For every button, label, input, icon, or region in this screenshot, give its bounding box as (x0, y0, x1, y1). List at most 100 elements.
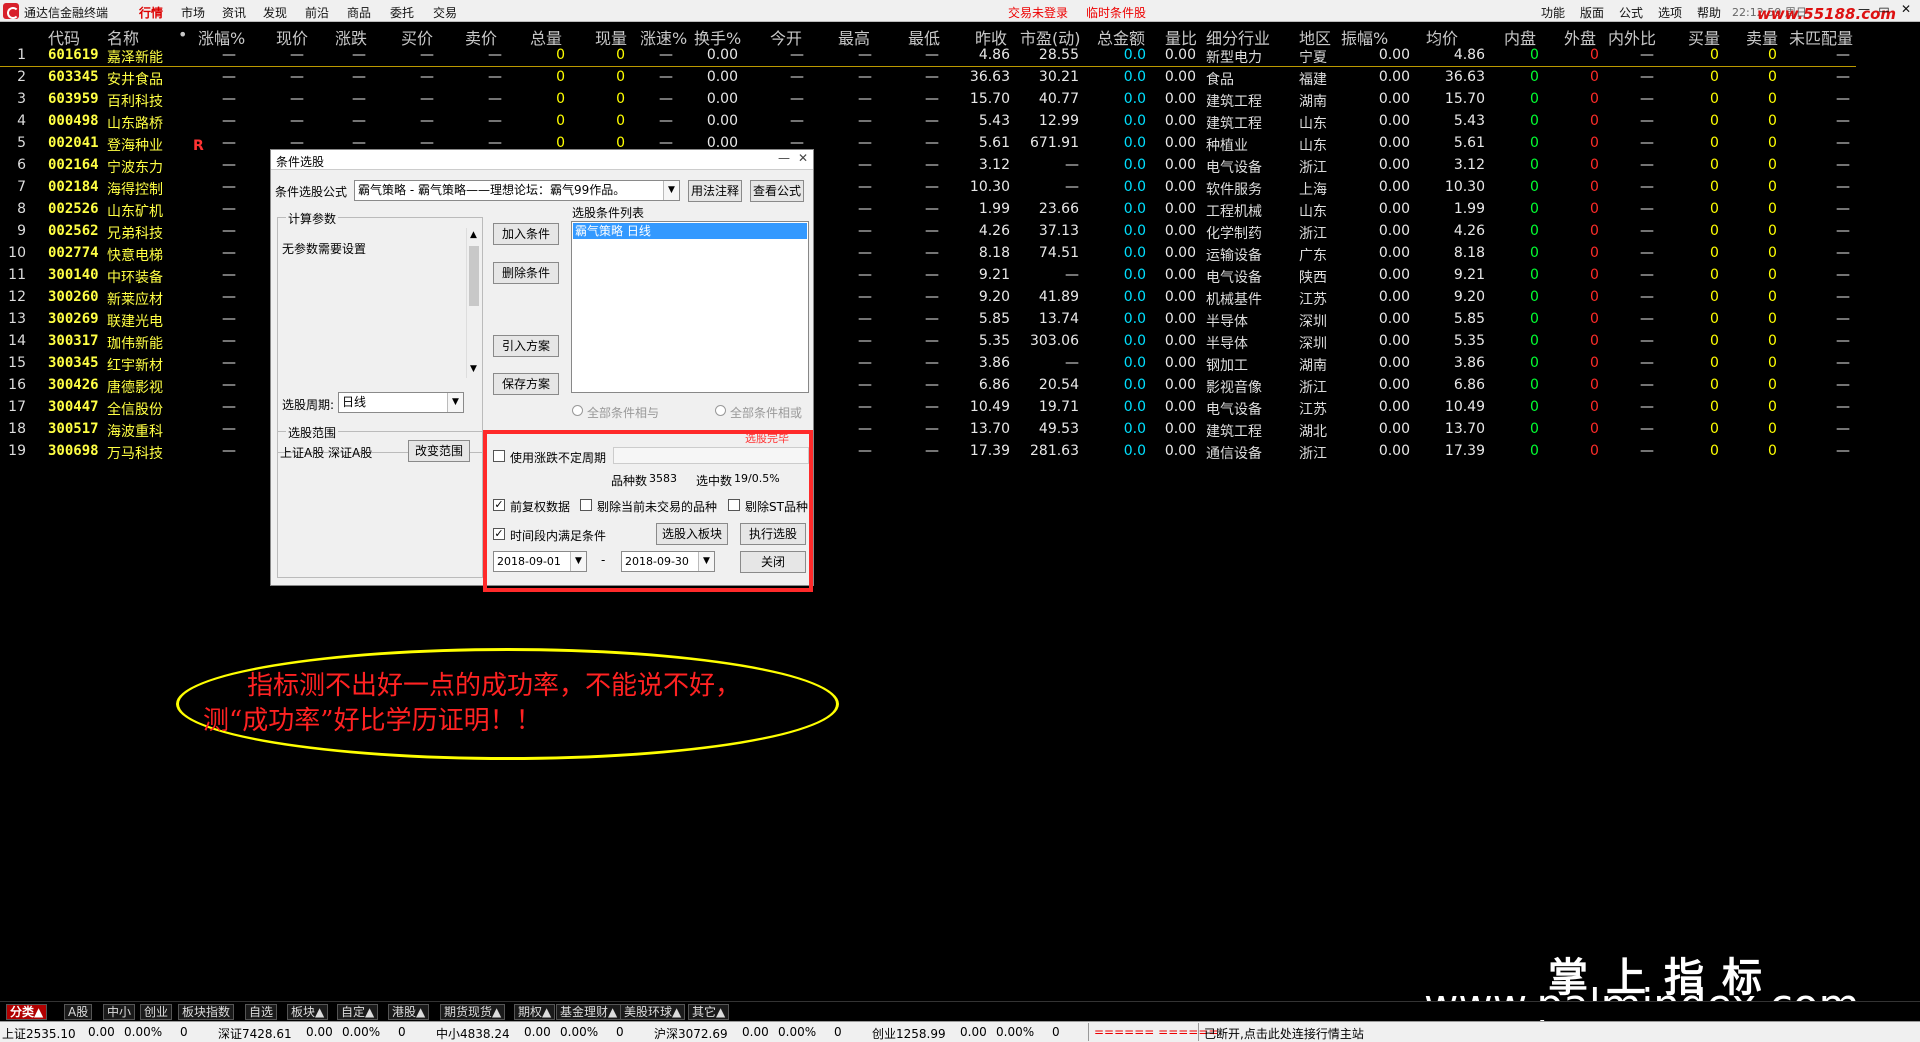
scroll-down-icon[interactable]: ▼ (470, 364, 477, 374)
params-scrollbar[interactable]: ▲ ▼ (466, 228, 481, 378)
speed: — (659, 47, 673, 63)
tab-10[interactable]: 期权▲ (514, 1004, 556, 1020)
menu-zixun[interactable]: 资讯 (222, 4, 246, 21)
formula-select[interactable]: 霸气策略 - 霸气策略——理想论坛：霸气99作品。 ▼ (354, 180, 680, 201)
low: — (925, 333, 939, 349)
minimize-icon[interactable]: — (1856, 2, 1872, 18)
index-zx[interactable]: 中小4838.24 (436, 1025, 510, 1042)
dialog-minimize-icon[interactable]: — (775, 151, 793, 167)
add-condition-button[interactable]: 加入条件 (493, 223, 559, 245)
table-row[interactable]: 4 000498 山东路桥 — — — — — 0 0 — 0.00 — — — 5.43 12.99 0.0 0.… (0, 110, 1856, 132)
outer-vol: 0 (1590, 245, 1599, 261)
menu-bangzhu[interactable]: 帮助 (1697, 4, 1721, 21)
stock-code: 603959 (48, 91, 99, 107)
stock-name: 联建光电 (107, 314, 163, 330)
menu-faxian[interactable]: 发现 (263, 4, 287, 21)
login-status[interactable]: 交易未登录 (1008, 4, 1068, 21)
change-pct: — (222, 69, 236, 85)
tab-11[interactable]: 基金理财▲ (556, 1004, 622, 1020)
import-scheme-button[interactable]: 引入方案 (493, 335, 559, 357)
tab-1[interactable]: A股 (64, 1004, 93, 1020)
scroll-thumb[interactable] (469, 246, 479, 306)
tab-13[interactable]: 其它▲ (688, 1004, 730, 1020)
view-formula-button[interactable]: 查看公式 (750, 180, 804, 202)
region: 广东 (1299, 248, 1327, 264)
tab-9[interactable]: 期货现货▲ (440, 1004, 506, 1020)
tab-4[interactable]: 板块指数 (178, 1004, 235, 1020)
radio-or[interactable] (715, 405, 726, 416)
pe: — (1065, 355, 1079, 371)
amplitude: 0.00 (1378, 91, 1410, 107)
status-separator (1088, 1023, 1089, 1041)
menu-gongneng[interactable]: 功能 (1541, 4, 1565, 21)
index-hs[interactable]: 沪深3072.69 (654, 1025, 728, 1042)
buy-vol: 0 (1710, 113, 1719, 129)
high: — (858, 223, 872, 239)
maximize-icon[interactable]: ▭ (1876, 2, 1892, 18)
tab-7[interactable]: 自定▲ (337, 1004, 379, 1020)
menu-weituo[interactable]: 委托 (390, 4, 414, 21)
condition-list[interactable]: 霸气策略 日线 (571, 221, 809, 393)
connection-status[interactable]: 已断开,点击此处连接行情主站 (1204, 1025, 1364, 1042)
dialog-close-icon[interactable]: ✕ (794, 151, 812, 167)
temp-condition-stocks[interactable]: 临时条件股 (1086, 4, 1146, 21)
high: — (858, 289, 872, 305)
delete-condition-button[interactable]: 删除条件 (493, 262, 559, 284)
hdr-dot[interactable]: • (178, 25, 187, 44)
period-select[interactable]: 日线 ▼ (338, 392, 464, 413)
tab-3[interactable]: 创业 (140, 1004, 173, 1020)
table-row[interactable]: 1 601619 嘉泽新能 — — — — — 0 0 — 0.00 — — — 4.86 28.55 0.0 0.… (0, 44, 1856, 66)
tab-12[interactable]: 美股环球▲ (620, 1004, 686, 1020)
table-row[interactable]: 3 603959 百利科技 — — — — —0 0—0.00— — —15.70 40.77 0.0 0… (0, 88, 1856, 110)
tab-5[interactable]: 自选 (245, 1004, 278, 1020)
price: — (290, 91, 304, 107)
region: 浙江 (1299, 446, 1327, 462)
stock-name: 珈伟新能 (107, 336, 163, 352)
io-ratio: — (1640, 377, 1654, 393)
sell-vol: 0 (1768, 421, 1777, 437)
tab-0[interactable]: 分类▲ (6, 1004, 48, 1020)
menu-gongshi[interactable]: 公式 (1619, 4, 1643, 21)
index-sh[interactable]: 上证2535.10 (2, 1025, 76, 1042)
buy-vol: 0 (1710, 179, 1719, 195)
inner-vol: 0 (1530, 421, 1539, 437)
index-sz[interactable]: 深证7428.61 (218, 1025, 292, 1042)
menu-xuanxiang[interactable]: 选项 (1658, 4, 1682, 21)
open: — (790, 113, 804, 129)
change-range-button[interactable]: 改变范围 (408, 440, 470, 462)
table-row[interactable]: 2 603345 安井食品 — — — — —0 0—0.00— — —36.63 30.21 0.0 0… (0, 66, 1856, 88)
radio-and[interactable] (572, 405, 583, 416)
close-icon[interactable]: ✕ (1898, 2, 1914, 18)
index-cy[interactable]: 创业1258.99 (872, 1025, 946, 1042)
outer-vol: 0 (1590, 355, 1599, 371)
condition-list-item[interactable]: 霸气策略 日线 (573, 223, 807, 239)
pe: — (1065, 267, 1079, 283)
pe: — (1065, 179, 1079, 195)
scroll-up-icon[interactable]: ▲ (470, 230, 477, 240)
io-ratio: — (1640, 267, 1654, 283)
menu-shichang[interactable]: 市场 (181, 4, 205, 21)
menu-shangpin[interactable]: 商品 (347, 4, 371, 21)
avg-price: 3.86 (1453, 355, 1485, 371)
prev-close: 15.70 (969, 91, 1010, 107)
stock-name: 安井食品 (107, 72, 163, 88)
amplitude: 0.00 (1378, 179, 1410, 195)
row-number: 4 (17, 113, 26, 129)
high: — (858, 245, 872, 261)
price: — (290, 69, 304, 85)
tab-6[interactable]: 板块▲ (287, 1004, 329, 1020)
tab-8[interactable]: 港股▲ (388, 1004, 430, 1020)
amplitude: 0.00 (1378, 113, 1410, 129)
menu-jiaoyi[interactable]: 交易 (433, 4, 457, 21)
menu-qianyan[interactable]: 前沿 (305, 4, 329, 21)
status-bar: 上证2535.10 0.00 0.00% 0 深证7428.61 0.00 0.… (0, 1021, 1920, 1042)
region: 深圳 (1299, 336, 1327, 352)
tab-2[interactable]: 中小 (103, 1004, 136, 1020)
usage-notes-button[interactable]: 用法注释 (688, 180, 742, 202)
menu-hangqing[interactable]: 行情 (139, 4, 163, 21)
range-text: 上证A股 深证A股 (280, 446, 373, 460)
save-scheme-button[interactable]: 保存方案 (493, 373, 559, 395)
buy-vol: 0 (1710, 245, 1719, 261)
unmatched: — (1836, 179, 1850, 195)
menu-banmian[interactable]: 版面 (1580, 4, 1604, 21)
